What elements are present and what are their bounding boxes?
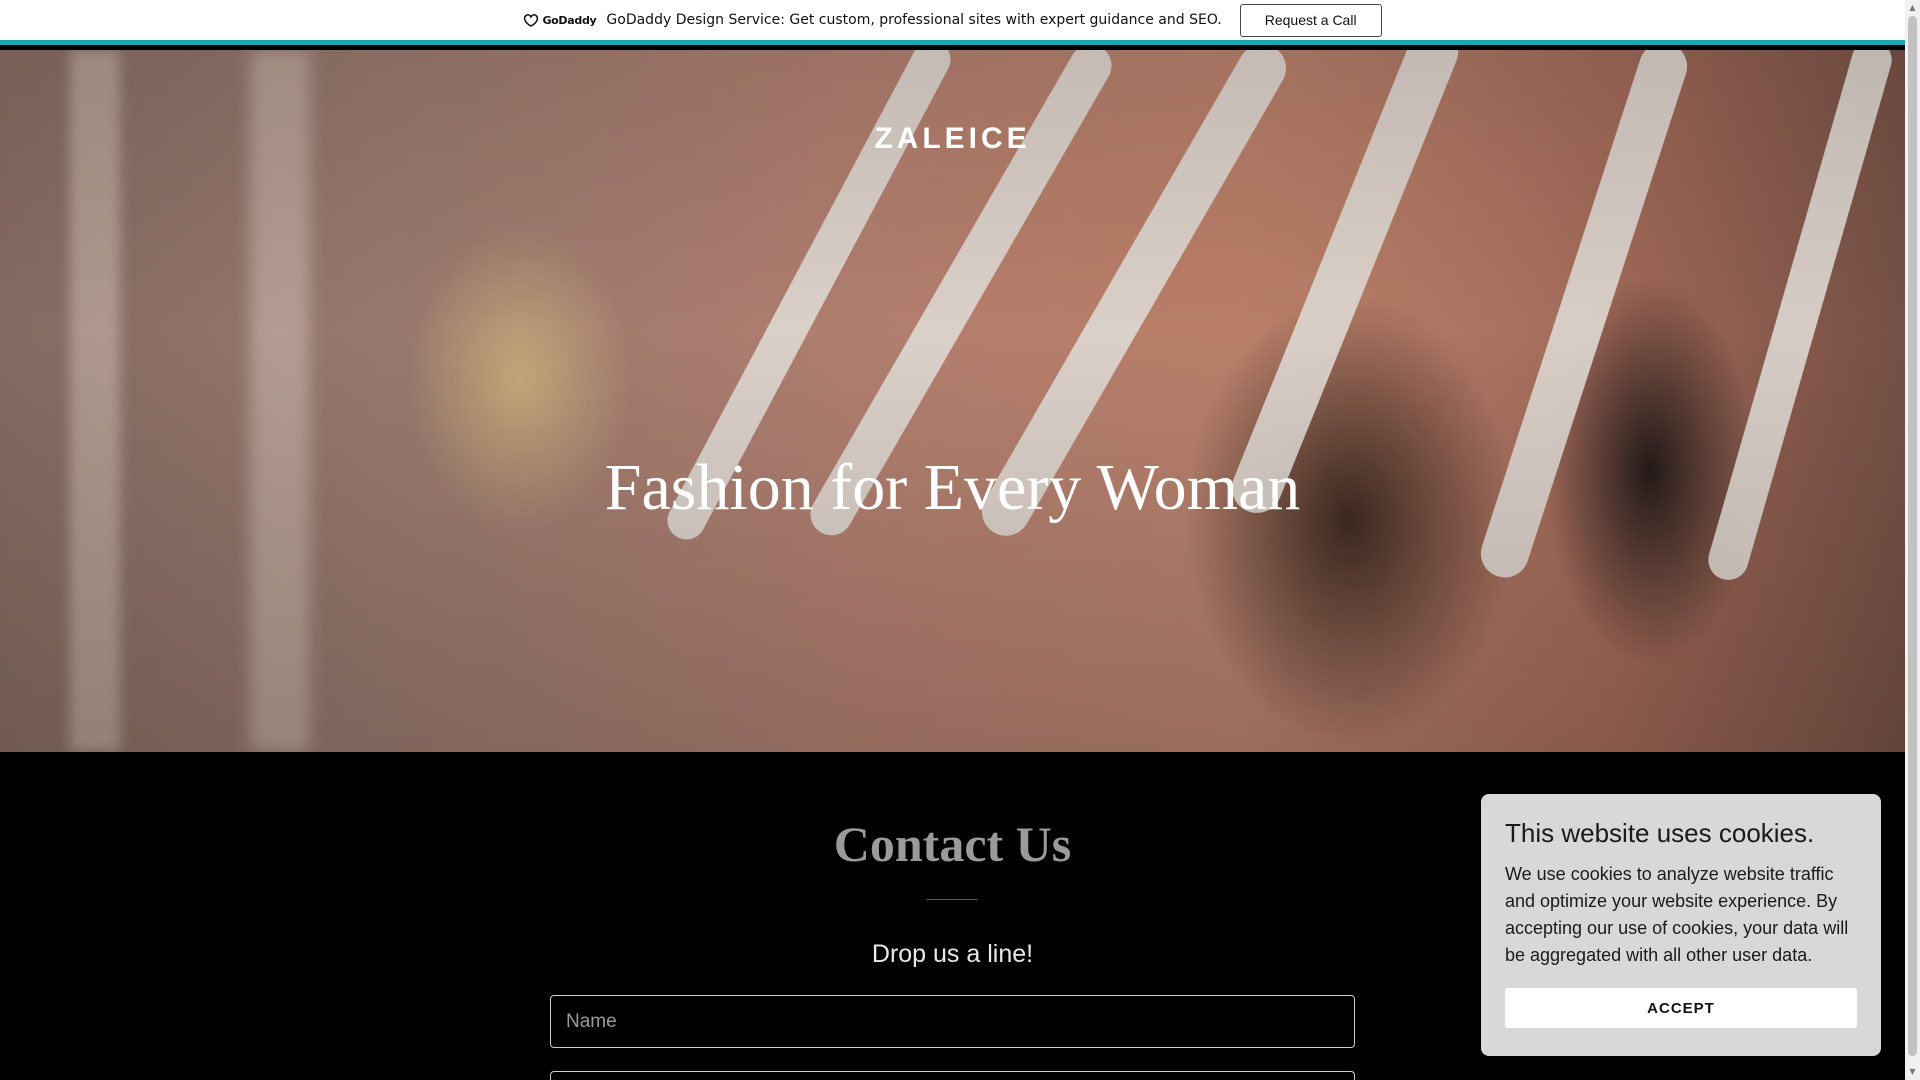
name-input[interactable] [550, 995, 1355, 1048]
scroll-up-icon[interactable]: ▲ [1905, 1, 1920, 15]
scrollbar-thumb[interactable] [1908, 16, 1917, 1056]
promo-message: GoDaddy Design Service: Get custom, prof… [606, 12, 1222, 28]
godaddy-logo-text: GoDaddy [542, 13, 597, 27]
godaddy-logo: GoDaddy [523, 13, 597, 27]
hero-section: ZALEICE Fashion for Every Woman [0, 50, 1905, 752]
section-divider [927, 899, 977, 900]
accept-cookies-button[interactable]: ACCEPT [1505, 988, 1857, 1028]
hero-title: Fashion for Every Woman [604, 451, 1301, 524]
email-input[interactable] [550, 1071, 1355, 1080]
cookie-body: We use cookies to analyze website traffi… [1505, 864, 1849, 965]
page-scrollbar[interactable]: ▲ ▼ [1905, 0, 1920, 1080]
godaddy-logo-icon [524, 13, 539, 27]
request-call-button[interactable]: Request a Call [1239, 3, 1382, 37]
promo-bar: GoDaddy GoDaddy Design Service: Get cust… [0, 0, 1905, 45]
scroll-down-icon[interactable]: ▼ [1905, 1065, 1920, 1079]
cookie-title: This website uses cookies. [1505, 818, 1815, 848]
site-brand-link[interactable]: ZALEICE [0, 122, 1905, 156]
cookie-banner: This website uses cookies. We use cookie… [1481, 794, 1881, 1056]
